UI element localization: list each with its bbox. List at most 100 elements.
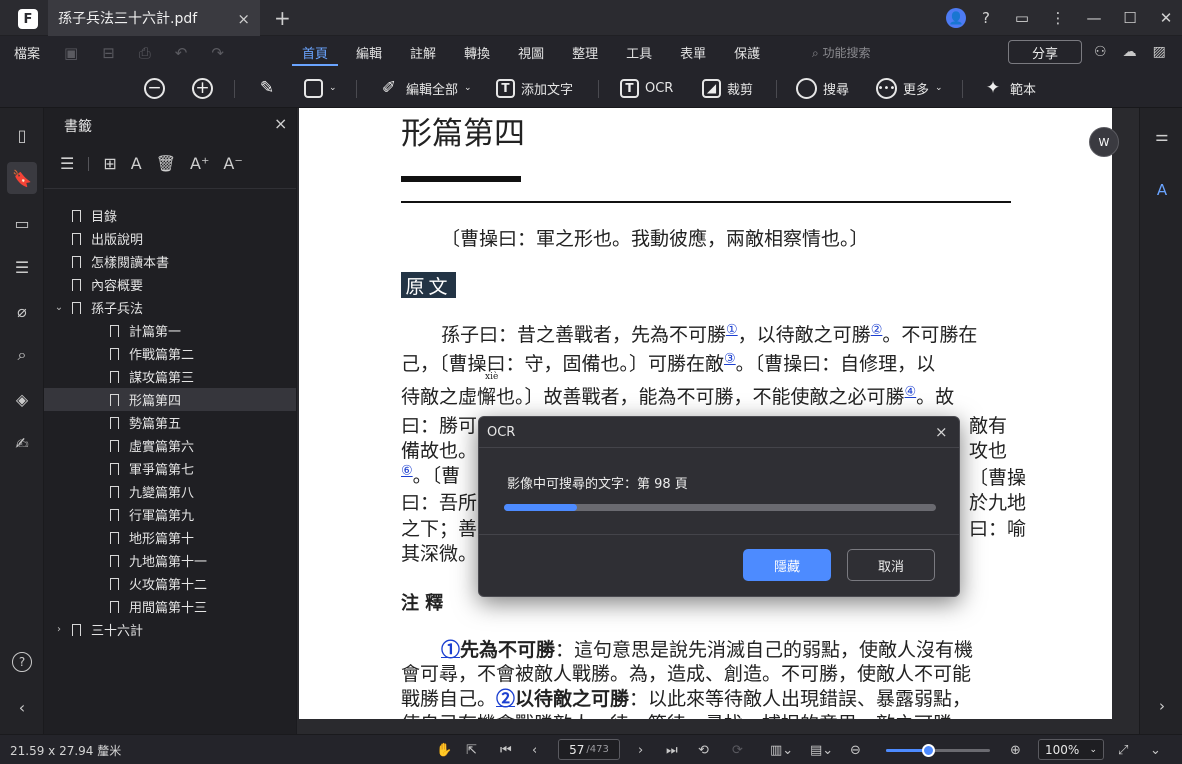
search-panel-icon[interactable]: ⌕: [11, 344, 33, 366]
previous-page-icon[interactable]: ‹: [532, 740, 537, 760]
tab-protect[interactable]: 保護: [720, 36, 774, 68]
bookmark-item[interactable]: › 三十六計: [44, 618, 296, 641]
scroll-mode-icon[interactable]: ▤⌄: [810, 740, 833, 760]
tab-tools[interactable]: 工具: [612, 36, 666, 68]
first-page-icon[interactable]: ⏮: [500, 740, 512, 760]
attachment-icon[interactable]: ⌀: [11, 300, 33, 322]
undo-icon[interactable]: ↶: [175, 44, 188, 62]
file-menu[interactable]: 檔案: [14, 43, 40, 62]
page-thumbnails-icon[interactable]: ▯: [11, 124, 33, 146]
redo-icon[interactable]: ↷: [211, 44, 224, 62]
hand-tool-icon[interactable]: ✋: [436, 740, 452, 760]
tab-form[interactable]: 表單: [666, 36, 720, 68]
outline-icon[interactable]: ☰: [11, 256, 33, 278]
signature-icon[interactable]: ✍: [11, 432, 33, 454]
save-as-icon[interactable]: ⊟: [102, 44, 115, 62]
user-avatar-icon[interactable]: 👤: [946, 8, 966, 28]
next-page-icon[interactable]: ›: [638, 740, 643, 760]
close-dialog-icon[interactable]: ×: [935, 423, 948, 441]
zoom-slider-handle[interactable]: [921, 744, 935, 757]
document-tab[interactable]: 孫子兵法三十六計.pdf ×: [48, 0, 260, 36]
bookmarks-icon[interactable]: 🔖: [7, 162, 37, 194]
cloud-upload-icon[interactable]: ☁: [1123, 44, 1137, 60]
bookmark-item[interactable]: 九變篇第八: [44, 480, 296, 503]
edit-all-button[interactable]: ✐ 編輯全部 ⌄: [378, 76, 472, 100]
bookmark-item[interactable]: 火攻篇第十二: [44, 572, 296, 595]
expand-toggle-icon[interactable]: ⌄: [52, 302, 66, 313]
comments-icon[interactable]: ▭: [11, 212, 33, 234]
tab-home[interactable]: 首頁: [288, 36, 342, 68]
search-button[interactable]: 搜尋: [796, 76, 849, 100]
collapse-left-icon[interactable]: ‹: [11, 696, 33, 718]
highlight-button[interactable]: ✎: [256, 76, 278, 100]
increase-font-icon[interactable]: A⁺: [190, 154, 209, 173]
print-icon[interactable]: ⎙: [139, 44, 151, 62]
save-icon[interactable]: ▣: [64, 44, 78, 62]
tab-view[interactable]: 視圖: [504, 36, 558, 68]
new-tab-button[interactable]: +: [274, 6, 291, 30]
rotate-right-icon[interactable]: ⟳: [732, 740, 743, 760]
bookmark-item[interactable]: 作戰篇第二: [44, 342, 296, 365]
vertical-scrollbar[interactable]: [1113, 108, 1139, 734]
bookmark-item[interactable]: 勢篇第五: [44, 411, 296, 434]
help-icon[interactable]: ?: [970, 2, 1002, 34]
cancel-button[interactable]: 取消: [847, 549, 935, 581]
delete-bookmark-icon[interactable]: 🗑: [156, 154, 176, 173]
ocr-button[interactable]: T OCR: [620, 76, 673, 100]
close-panel-icon[interactable]: ×: [274, 114, 287, 133]
select-tool-icon[interactable]: ⇱: [466, 740, 477, 760]
note-ref-link[interactable]: ①: [441, 639, 460, 661]
bookmark-item[interactable]: 用間篇第十三: [44, 595, 296, 618]
close-tab-icon[interactable]: ×: [237, 10, 250, 28]
sitemap-icon[interactable]: ⚇: [1094, 44, 1107, 60]
zoom-out-button[interactable]: −: [144, 76, 165, 100]
page-number-input[interactable]: 57/473: [558, 739, 620, 760]
bookmark-item[interactable]: 行軍篇第九: [44, 503, 296, 526]
crop-button[interactable]: ◢ 裁剪: [702, 76, 753, 100]
properties-icon[interactable]: ⚌: [1152, 126, 1172, 146]
more-button[interactable]: ••• 更多 ⌄: [876, 76, 943, 100]
bookmark-item[interactable]: 計篇第一: [44, 319, 296, 342]
add-text-button[interactable]: T 添加文字: [496, 76, 573, 100]
tab-comment[interactable]: 註解: [396, 36, 450, 68]
zoom-level-select[interactable]: 100% ⌄: [1038, 739, 1104, 760]
share-button[interactable]: 分享: [1008, 40, 1082, 64]
shape-button[interactable]: ⌄: [304, 76, 337, 100]
image-icon[interactable]: ▨: [1153, 44, 1166, 60]
fit-page-icon[interactable]: ⤢: [1118, 740, 1128, 760]
tab-convert[interactable]: 轉換: [450, 36, 504, 68]
layers-icon[interactable]: ◈: [11, 388, 33, 410]
add-bookmark-icon[interactable]: ⊞: [103, 154, 116, 173]
template-button[interactable]: ✦ 範本: [982, 76, 1036, 100]
hide-button[interactable]: 隱藏: [743, 549, 831, 581]
expand-right-icon[interactable]: ›: [1152, 696, 1172, 716]
tab-edit[interactable]: 編輯: [342, 36, 396, 68]
zoom-in-small-icon[interactable]: ⊕: [1010, 740, 1021, 760]
page-layout-icon[interactable]: ▥⌄: [770, 740, 793, 760]
feedback-icon[interactable]: ▭: [1006, 2, 1038, 34]
tab-organize[interactable]: 整理: [558, 36, 612, 68]
bookmark-item[interactable]: 目錄: [44, 204, 296, 227]
zoom-slider[interactable]: [886, 744, 990, 757]
bookmark-item[interactable]: 軍爭篇第七: [44, 457, 296, 480]
bookmark-item[interactable]: ⌄ 孫子兵法: [44, 296, 296, 319]
last-page-icon[interactable]: ⏭: [666, 740, 678, 760]
rename-bookmark-icon[interactable]: A: [131, 154, 142, 173]
translate-icon[interactable]: A: [1152, 180, 1172, 200]
help-icon[interactable]: ?: [12, 652, 32, 672]
bookmark-item[interactable]: 謀攻篇第三: [44, 365, 296, 388]
note-ref-link[interactable]: ②: [496, 688, 515, 710]
bookmark-item[interactable]: 地形篇第十: [44, 526, 296, 549]
more-options-icon[interactable]: ⋮: [1042, 2, 1074, 34]
bookmark-item[interactable]: 九地篇第十一: [44, 549, 296, 572]
rotate-left-icon[interactable]: ⟲: [698, 740, 709, 760]
bookmark-item[interactable]: 怎樣閱讀本書: [44, 250, 296, 273]
list-options-icon[interactable]: ☰: [60, 154, 74, 173]
decrease-font-icon[interactable]: A⁻: [223, 154, 242, 173]
close-window-button[interactable]: ✕: [1150, 2, 1182, 34]
bookmark-item[interactable]: 內容概要: [44, 273, 296, 296]
collapse-statusbar-icon[interactable]: ⌄: [1150, 740, 1161, 760]
minimize-button[interactable]: —: [1078, 2, 1110, 34]
zoom-in-button[interactable]: +: [192, 76, 213, 100]
bookmark-item[interactable]: 形篇第四: [44, 388, 296, 411]
